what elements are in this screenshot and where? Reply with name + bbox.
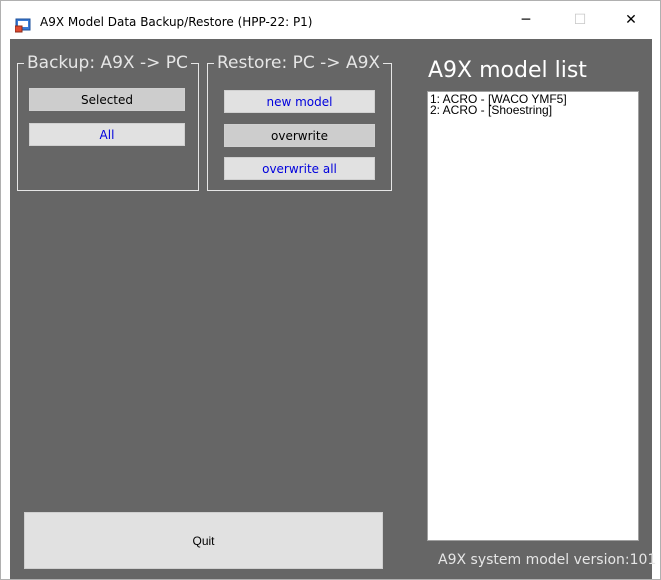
restore-group: Restore: PC -> A9X new model overwrite o… (207, 51, 392, 191)
model-list-title: A9X model list (428, 58, 587, 83)
minimize-button[interactable]: ─ (503, 1, 549, 39)
app-icon (15, 18, 31, 33)
close-button[interactable]: ✕ (608, 1, 654, 39)
restore-new-model-button[interactable]: new model (224, 90, 375, 113)
window-title: A9X Model Data Backup/Restore (HPP-22: P… (40, 15, 313, 29)
list-item[interactable]: 2: ACRO - [Shoestring] (428, 104, 638, 116)
model-listbox[interactable]: 1: ACRO - [WACO YMF5] 2: ACRO - [Shoestr… (427, 91, 639, 541)
client-area: Backup: A9X -> PC Selected All Restore: … (10, 39, 656, 579)
restore-overwrite-all-button[interactable]: overwrite all (224, 157, 375, 180)
backup-group: Backup: A9X -> PC Selected All (17, 51, 199, 191)
maximize-button[interactable]: ☐ (557, 1, 603, 39)
close-icon: ✕ (625, 12, 637, 28)
backup-caption: Backup: A9X -> PC (24, 51, 191, 75)
restore-caption: Restore: PC -> A9X (214, 51, 384, 75)
backup-selected-button[interactable]: Selected (29, 88, 185, 111)
maximize-icon: ☐ (573, 12, 587, 28)
backup-all-button[interactable]: All (29, 123, 185, 146)
app-window: A9X Model Data Backup/Restore (HPP-22: P… (0, 0, 661, 580)
minimize-icon: ─ (521, 12, 531, 28)
quit-button[interactable]: Quit (24, 512, 383, 569)
version-label: A9X system model version:101 (438, 552, 657, 568)
restore-overwrite-button[interactable]: overwrite (224, 124, 375, 147)
title-bar[interactable]: A9X Model Data Backup/Restore (HPP-22: P… (1, 1, 660, 39)
